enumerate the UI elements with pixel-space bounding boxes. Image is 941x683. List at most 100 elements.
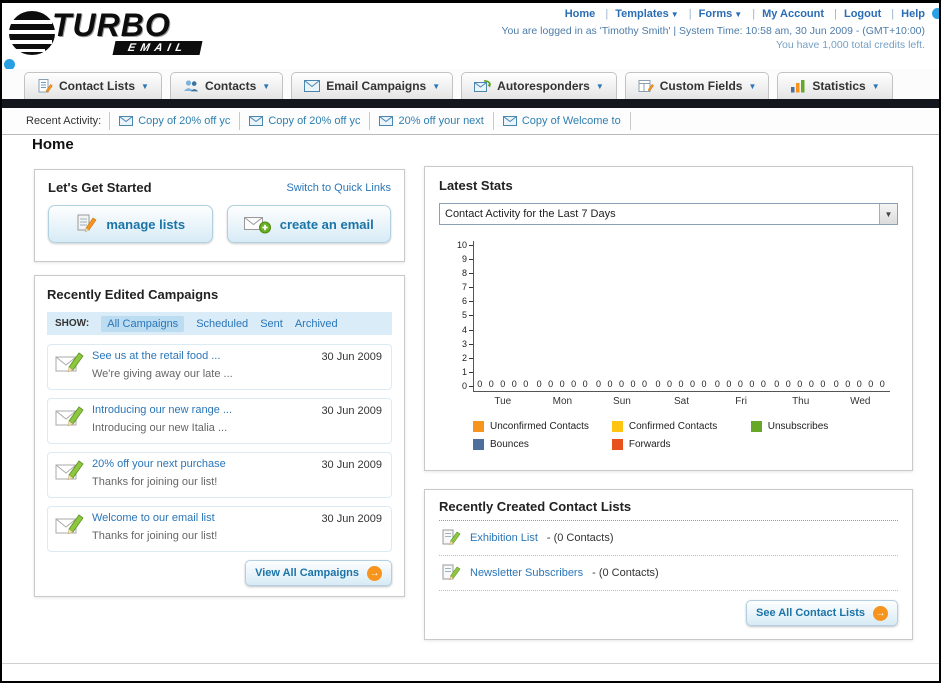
contact-lists-icon	[38, 79, 53, 93]
chevron-down-icon: ▼	[670, 10, 679, 19]
contact-list-count: - (0 Contacts)	[546, 532, 614, 544]
bar-value-labels: 0 0 0 0 0	[774, 379, 828, 389]
campaign-date: 30 Jun 2009	[321, 513, 382, 525]
link-templates[interactable]: Templates▼	[598, 8, 678, 20]
chart-legend: Unconfirmed Contacts Confirmed Contacts Un…	[473, 421, 890, 450]
tab-email-campaigns[interactable]: Email Campaigns ▼	[291, 72, 454, 99]
x-axis-label: Sun	[613, 396, 631, 407]
email-campaigns-icon	[304, 80, 321, 92]
chevron-down-icon: ▼	[595, 81, 604, 91]
envelope-icon	[502, 116, 517, 126]
tab-autoresponders[interactable]: Autoresponders ▼	[461, 72, 617, 99]
x-axis-label: Sat	[674, 396, 690, 407]
tab-contact-lists[interactable]: Contact Lists ▼	[24, 72, 162, 99]
campaign-date: 30 Jun 2009	[321, 459, 382, 471]
link-my-account[interactable]: My Account	[745, 8, 824, 20]
stats-title: Latest Stats	[439, 178, 513, 193]
campaign-subtitle: Thanks for joining our list!	[92, 476, 218, 488]
campaign-title-link[interactable]: See us at the retail food ...	[92, 350, 315, 362]
tab-custom-fields[interactable]: Custom Fields ▼	[624, 72, 770, 99]
manage-lists-button[interactable]: manage lists	[48, 205, 213, 243]
envelope-pencil-icon	[55, 352, 84, 373]
envelope-icon	[379, 116, 394, 126]
y-tick: 5	[462, 311, 473, 320]
recent-activity-item[interactable]: Copy of 20% off yc	[239, 112, 369, 130]
logo-text-primary: TURBO	[52, 7, 171, 43]
tab-label: Statistics	[812, 79, 866, 93]
bar-value-labels: 0 0 0 0 0	[833, 379, 887, 389]
y-tick: 3	[462, 339, 473, 349]
envelope-pencil-icon	[55, 514, 84, 535]
bar-value-labels: 0 0 0 0 0	[536, 379, 590, 389]
filter-scheduled[interactable]: Scheduled	[196, 318, 248, 330]
latest-stats-panel: Latest Stats Contact Activity for the La…	[424, 166, 913, 471]
stats-period-select-wrap: Contact Activity for the Last 7 Days ▼	[439, 203, 898, 225]
stats-chart: 10 9 8 7 6 5 4 3 2 1 0 0 0 0 0 00 0 0 0 00 0 0 0 0…	[439, 241, 898, 392]
campaign-title-link[interactable]: 20% off your next purchase	[92, 458, 315, 470]
switch-quick-links-link[interactable]: Switch to Quick Links	[286, 182, 391, 194]
recent-activity-item[interactable]: Copy of Welcome to	[492, 112, 631, 130]
x-axis-label: Mon	[552, 396, 573, 407]
tab-contacts[interactable]: Contacts ▼	[169, 72, 284, 99]
autoresponders-icon	[474, 80, 492, 92]
x-axis-label: Wed	[850, 396, 871, 407]
campaigns-list: See us at the retail food ... We're givi…	[47, 344, 392, 552]
pencil-paper-icon	[77, 214, 97, 233]
campaigns-title: Recently Edited Campaigns	[47, 287, 219, 302]
header: TURBO EMAIL Home Templates▼ Forms▼ My Ac…	[2, 3, 939, 69]
see-all-contact-lists-button[interactable]: See All Contact Lists →	[745, 600, 898, 626]
legend-item: Confirmed Contacts	[611, 421, 751, 432]
link-home[interactable]: Home	[565, 8, 596, 20]
contact-list-link[interactable]: Newsletter Subscribers	[470, 567, 583, 579]
contact-lists-title: Recently Created Contact Lists	[439, 499, 898, 521]
tab-statistics[interactable]: Statistics ▼	[777, 72, 893, 99]
campaign-title-link[interactable]: Introducing our new range ...	[92, 404, 315, 416]
campaign-row: See us at the retail food ... We're givi…	[47, 344, 392, 390]
campaign-title-link[interactable]: Welcome to our email list	[92, 512, 315, 524]
bar-value-labels: 0 0 0 0 0	[477, 379, 531, 389]
y-tick: 9	[462, 255, 473, 264]
campaign-subtitle: We're giving away our late ...	[92, 368, 233, 380]
envelope-pencil-icon	[55, 406, 84, 427]
pencil-paper-icon	[442, 529, 461, 546]
stats-period-select[interactable]: Contact Activity for the Last 7 Days	[439, 203, 898, 225]
create-email-button[interactable]: create an email	[226, 205, 391, 243]
chevron-down-icon: ▼	[262, 81, 271, 91]
legend-swatch	[611, 421, 623, 432]
filter-sent[interactable]: Sent	[260, 318, 283, 330]
campaign-date: 30 Jun 2009	[321, 405, 382, 417]
main-nav: Contact Lists ▼ Contacts ▼ Email Campaig…	[2, 69, 939, 99]
filter-all-campaigns[interactable]: All Campaigns	[101, 315, 185, 332]
recent-activity-item[interactable]: 20% off your next	[369, 112, 492, 130]
y-tick: 7	[462, 283, 473, 292]
campaigns-filter-bar: SHOW: All Campaigns Scheduled Sent Archi…	[47, 312, 392, 335]
bar-value-labels: 0 0 0 0 0	[655, 379, 709, 389]
decor-dot-right	[932, 8, 939, 19]
y-tick: 4	[462, 325, 473, 335]
contact-list-link[interactable]: Exhibition List	[470, 532, 538, 544]
statistics-icon	[791, 80, 805, 93]
footer-divider	[2, 663, 939, 664]
top-links: Home Templates▼ Forms▼ My Account Logout…	[565, 8, 925, 20]
get-started-title: Let's Get Started	[48, 180, 152, 195]
filter-archived[interactable]: Archived	[295, 318, 338, 330]
link-forms[interactable]: Forms▼	[682, 8, 742, 20]
contact-list-count: - (0 Contacts)	[592, 567, 659, 579]
recent-activity-item[interactable]: Copy of 20% off yc	[109, 112, 239, 130]
campaign-row: Welcome to our email list Thanks for joi…	[47, 506, 392, 552]
credits-info: You have 1,000 total credits left.	[775, 39, 925, 51]
recent-activity-label: Recent Activity:	[26, 115, 102, 127]
envelope-plus-icon	[243, 217, 271, 234]
tab-label: Autoresponders	[497, 79, 590, 93]
x-axis-label: Thu	[792, 396, 810, 407]
tab-label: Contact Lists	[59, 79, 136, 93]
link-logout[interactable]: Logout	[827, 8, 881, 20]
view-all-campaigns-button[interactable]: View All Campaigns →	[245, 560, 392, 586]
chart-x-labels: Tue Mon Sun Sat Fri Thu Wed	[473, 396, 890, 407]
contacts-icon	[183, 80, 199, 92]
chevron-down-icon: ▼	[734, 10, 743, 19]
app-window: TURBO EMAIL Home Templates▼ Forms▼ My Ac…	[0, 0, 941, 683]
chart-plot-area: 0 0 0 0 0 0 0 0 0 0 0 0 0 0 0 0 0 0 0 0 0 0 …	[473, 241, 890, 392]
legend-item: Forwards	[611, 439, 751, 450]
link-help[interactable]: Help	[884, 8, 925, 20]
